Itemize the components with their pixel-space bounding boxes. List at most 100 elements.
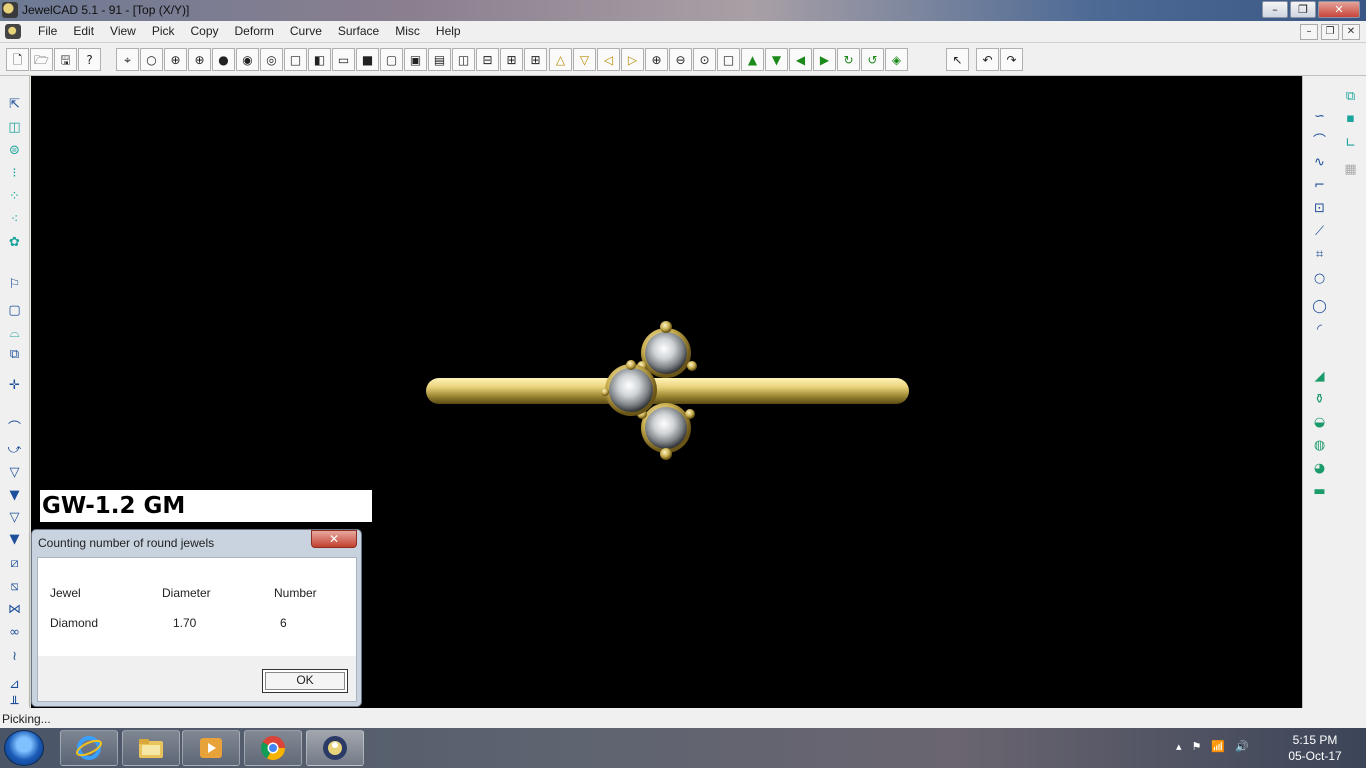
view-left-icon[interactable]: ◧ xyxy=(308,48,331,71)
move-tool-icon[interactable]: ✛ xyxy=(4,375,25,395)
redo-icon[interactable]: ↷ xyxy=(1000,48,1023,71)
view-top-icon[interactable]: ▭ xyxy=(332,48,355,71)
node-tool-icon[interactable]: ⌗ xyxy=(1309,244,1330,264)
media-player-button[interactable] xyxy=(182,730,240,766)
rotate-copy-icon[interactable]: ✿ xyxy=(4,232,25,252)
menu-copy[interactable]: Copy xyxy=(183,24,227,38)
open-file-icon[interactable]: 🗁 xyxy=(30,48,53,71)
sweep-surface-icon[interactable]: ◒ xyxy=(1309,412,1330,432)
chrome-button[interactable] xyxy=(244,730,302,766)
arc-tool-icon[interactable]: ◜ xyxy=(1309,319,1330,339)
pan-down-icon[interactable]: ▼ xyxy=(765,48,788,71)
pinch-tool-icon[interactable]: ⋈ xyxy=(4,599,25,619)
loft-surface-icon[interactable]: ◍ xyxy=(1309,435,1330,455)
zoom-in-icon[interactable]: ⊕ xyxy=(645,48,668,71)
twist-tool-icon[interactable]: ⤻ xyxy=(4,439,25,459)
doc-minimize-button[interactable]: – xyxy=(1300,24,1318,40)
menu-deform[interactable]: Deform xyxy=(227,24,282,38)
sphere-icon[interactable]: ● xyxy=(212,48,235,71)
target-filled-icon[interactable]: ⊕ xyxy=(188,48,211,71)
split-vertical-icon[interactable]: ◫ xyxy=(452,48,475,71)
restore-button[interactable]: ❐ xyxy=(1290,1,1316,18)
grid-view-icon[interactable]: ⊞ xyxy=(524,48,547,71)
layers-icon[interactable]: ⧉ xyxy=(1340,86,1361,106)
jewelcad-task-button[interactable] xyxy=(306,730,364,766)
mirror-tool-icon[interactable]: ◫ xyxy=(4,117,25,137)
cover-surface-icon[interactable]: ▬ xyxy=(1309,481,1330,501)
rail-surface-icon[interactable]: ◕ xyxy=(1309,458,1330,478)
app-icon[interactable] xyxy=(2,2,18,18)
action-center-flag-icon[interactable]: ⚑ xyxy=(1192,740,1202,753)
grid-copy-icon[interactable]: ⁘ xyxy=(4,186,25,206)
pan-right-icon[interactable]: ▶ xyxy=(813,48,836,71)
render-icon[interactable]: ◎ xyxy=(260,48,283,71)
linear-copy-icon[interactable]: ⁝ xyxy=(4,163,25,183)
dialog-close-button[interactable]: ✕ xyxy=(311,530,357,548)
new-file-icon[interactable]: 🗋 xyxy=(6,48,29,71)
view-single-icon[interactable]: □ xyxy=(284,48,307,71)
taper-z-icon[interactable]: ▼ xyxy=(4,529,25,549)
crosshair-icon[interactable]: ⌖ xyxy=(116,48,139,71)
menu-pick[interactable]: Pick xyxy=(144,24,183,38)
network-icon[interactable]: 📶 xyxy=(1211,740,1225,753)
document-icon[interactable] xyxy=(5,24,21,39)
dome-tool-icon[interactable]: ⌓ xyxy=(4,323,25,343)
line-tool-icon[interactable]: ⟋ xyxy=(1309,221,1330,241)
arc-curve-icon[interactable]: ⌒ xyxy=(1309,129,1330,149)
point-snap-icon[interactable]: ▪ xyxy=(1340,108,1361,128)
taper-filled-icon[interactable]: ▼ xyxy=(4,485,25,505)
save-icon[interactable]: 🖫 xyxy=(54,48,77,71)
array-tool-icon[interactable]: ⊜ xyxy=(4,140,25,160)
view-filled-icon[interactable]: ■ xyxy=(356,48,379,71)
menu-misc[interactable]: Misc xyxy=(387,24,428,38)
zoom-window-icon[interactable]: ⊙ xyxy=(693,48,716,71)
flag-tool-icon[interactable]: ⚐ xyxy=(4,274,25,294)
circle-icon[interactable]: ○ xyxy=(140,48,163,71)
measure-tool-icon[interactable]: ⊿ xyxy=(4,674,25,694)
circle-tool-icon[interactable]: ○ xyxy=(1309,268,1330,288)
ok-button[interactable]: OK xyxy=(262,669,348,693)
internet-explorer-button[interactable] xyxy=(60,730,118,766)
select-pointer-icon[interactable]: ↖ xyxy=(946,48,969,71)
doc-close-button[interactable]: ✕ xyxy=(1342,24,1360,40)
s-curve-icon[interactable]: ∿ xyxy=(1309,152,1330,172)
rect-curve-icon[interactable]: ⊡ xyxy=(1309,198,1330,218)
menu-curve[interactable]: Curve xyxy=(282,24,330,38)
shear-filled-icon[interactable]: ⧅ xyxy=(4,576,25,596)
curve-tool-icon[interactable]: ∽ xyxy=(1309,106,1330,126)
menu-view[interactable]: View xyxy=(102,24,144,38)
ellipse-tool-icon[interactable]: ◯ xyxy=(1309,296,1330,316)
free-rotate-icon[interactable]: ◈ xyxy=(885,48,908,71)
volume-icon[interactable]: 🔊 xyxy=(1235,740,1249,753)
corner-snap-icon[interactable]: ∟ xyxy=(1340,133,1361,153)
rotate-up-icon[interactable]: △ xyxy=(549,48,572,71)
revolve-surface-icon[interactable]: ⚱ xyxy=(1309,389,1330,409)
help-pointer-icon[interactable]: ? xyxy=(78,48,101,71)
zoom-fit-icon[interactable]: □ xyxy=(717,48,740,71)
system-clock[interactable]: 5:15 PM 05-Oct-17 xyxy=(1282,732,1348,764)
extrude-surface-icon[interactable]: ◢ xyxy=(1309,366,1330,386)
rotate-right-icon[interactable]: ▷ xyxy=(621,48,644,71)
bend-tool-icon[interactable]: ⌒ xyxy=(4,416,25,436)
view-right-icon[interactable]: ▢ xyxy=(380,48,403,71)
step-curve-icon[interactable]: ⌐ xyxy=(1309,175,1330,195)
spin-counterclockwise-icon[interactable]: ↺ xyxy=(861,48,884,71)
undo-icon[interactable]: ↶ xyxy=(976,48,999,71)
minimize-button[interactable]: – xyxy=(1262,1,1288,18)
spin-clockwise-icon[interactable]: ↻ xyxy=(837,48,860,71)
menu-surface[interactable]: Surface xyxy=(330,24,387,38)
split-horizontal-icon[interactable]: ⊟ xyxy=(476,48,499,71)
grid-snap-icon[interactable]: ▦ xyxy=(1340,159,1361,179)
close-button[interactable]: ✕ xyxy=(1318,1,1360,18)
scale-tool-icon[interactable]: ⧉ xyxy=(4,344,25,364)
menu-edit[interactable]: Edit xyxy=(65,24,102,38)
path-copy-icon[interactable]: ⁖ xyxy=(4,209,25,229)
pan-up-icon[interactable]: ▲ xyxy=(741,48,764,71)
view-bottom-icon[interactable]: ▤ xyxy=(428,48,451,71)
file-explorer-button[interactable] xyxy=(122,730,180,766)
zoom-out-icon[interactable]: ⊖ xyxy=(669,48,692,71)
menu-help[interactable]: Help xyxy=(428,24,469,38)
doc-restore-button[interactable]: ❐ xyxy=(1321,24,1339,40)
loop-tool-icon[interactable]: ∞ xyxy=(4,622,25,642)
taper-tool-icon[interactable]: ▽ xyxy=(4,462,25,482)
